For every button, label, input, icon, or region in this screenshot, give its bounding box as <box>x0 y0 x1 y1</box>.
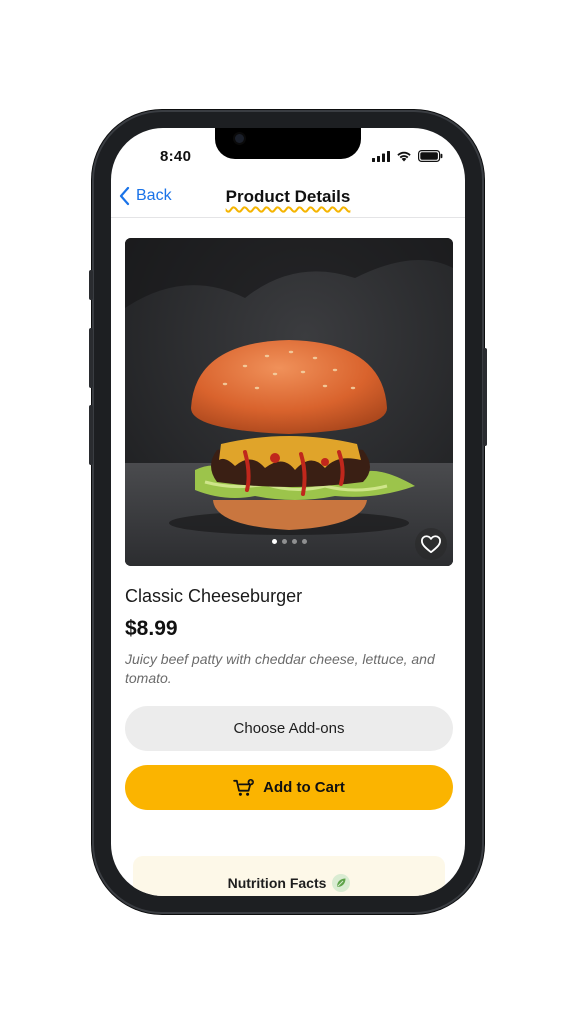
carousel-dot-active[interactable] <box>271 539 277 544</box>
product-description: Juicy beef patty with cheddar cheese, le… <box>125 651 435 686</box>
heart-icon <box>420 535 441 554</box>
nutrition-facts-header: Nutrition Facts <box>133 874 445 892</box>
front-camera <box>235 134 244 143</box>
power-button <box>483 348 487 446</box>
leaf-icon <box>332 874 351 892</box>
product-name: Classic Cheeseburger <box>125 586 303 606</box>
product-image[interactable] <box>125 238 453 566</box>
add-to-cart-label: Add to Cart <box>263 779 345 796</box>
page: 8:40 Back Product Details Classic Cheese… <box>0 0 576 1024</box>
nutrition-facts-card[interactable]: Nutrition Facts <box>133 856 445 896</box>
product-price: $8.99 <box>125 617 178 640</box>
choose-addons-button[interactable]: Choose Add-ons <box>125 706 453 751</box>
notch <box>215 128 361 159</box>
page-title-text: Product Details <box>225 187 351 206</box>
volume-down-button <box>89 405 93 465</box>
phone-screen: 8:40 Back Product Details Classic Cheese… <box>111 128 465 896</box>
navigation-bar: Back Product Details <box>111 180 465 218</box>
mute-switch <box>89 270 93 300</box>
add-to-cart-button[interactable]: Add to Cart <box>125 765 453 810</box>
burger-photo <box>125 238 453 566</box>
wifi-icon <box>397 151 411 162</box>
carousel-dot[interactable] <box>301 539 307 544</box>
carousel-dot[interactable] <box>291 539 297 544</box>
page-title: Product Details <box>111 187 465 207</box>
carousel-indicator[interactable] <box>125 539 453 544</box>
carousel-dot[interactable] <box>281 539 287 544</box>
choose-addons-label: Choose Add-ons <box>233 720 345 737</box>
status-icons <box>372 150 443 162</box>
cellular-signal-icon <box>372 150 390 162</box>
nutrition-facts-title: Nutrition Facts <box>227 875 327 891</box>
favorite-button[interactable] <box>415 528 447 560</box>
volume-up-button <box>89 328 93 388</box>
battery-icon <box>418 150 443 162</box>
cart-plus-icon <box>233 778 255 796</box>
status-time: 8:40 <box>160 148 192 165</box>
